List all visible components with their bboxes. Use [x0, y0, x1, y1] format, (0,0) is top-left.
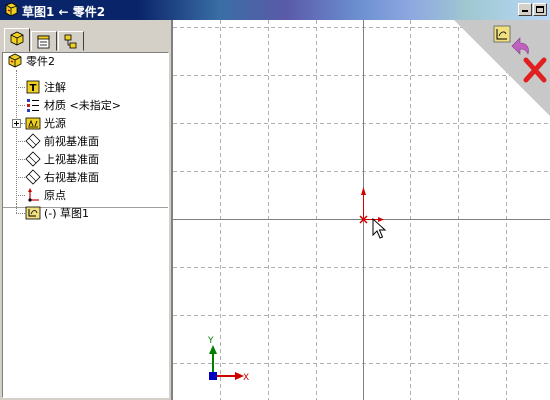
tree-item-label: 材质 <未指定> — [44, 99, 121, 112]
tree-item-label: 原点 — [44, 189, 66, 202]
feature-manager-tab[interactable] — [4, 28, 30, 52]
tree-item-label: 前视基准面 — [44, 135, 99, 148]
origin-icon — [28, 188, 39, 202]
sketch-canvas[interactable]: Y X — [171, 20, 550, 400]
svg-text:T: T — [30, 83, 37, 94]
origin-y-arrow — [361, 187, 366, 195]
expand-lights-button[interactable] — [12, 119, 21, 128]
configuration-icon — [64, 34, 77, 49]
tree-item-lights[interactable]: 光源 — [25, 114, 66, 132]
property-manager-tab[interactable] — [31, 31, 57, 51]
confirmation-corner — [454, 20, 550, 116]
tree-item-label: 右视基准面 — [44, 171, 99, 184]
triad-y-label: Y — [207, 336, 214, 346]
part-icon — [8, 53, 22, 68]
triad-z-marker — [209, 372, 217, 380]
tree-item-label: (-) 草图1 — [44, 207, 90, 220]
tree-connector — [16, 204, 17, 213]
tree-item-annotations[interactable]: T 注解 — [25, 78, 66, 96]
tree-item-top-plane[interactable]: 上视基准面 — [25, 150, 99, 168]
title-bar[interactable]: 草图1 ← 零件2 — [0, 0, 550, 20]
annotations-icon: T — [26, 80, 40, 94]
property-icon — [37, 35, 50, 49]
tree-connector — [16, 213, 25, 214]
minimize-button[interactable] — [518, 3, 532, 16]
feature-manager-panel: 零件2 T 注解 材质 <未指定> 光源 前视基准面 上视基准面 右视基准面 原… — [0, 20, 171, 400]
tree-item-label: 零件2 — [26, 55, 55, 68]
triad-y-arrow — [209, 345, 217, 354]
feature-tree-icon — [10, 31, 24, 46]
tree-connector — [16, 105, 25, 106]
tree-item-right-plane[interactable]: 右视基准面 — [25, 168, 99, 186]
sketch-origin[interactable] — [359, 187, 384, 224]
configuration-manager-tab[interactable] — [58, 31, 84, 51]
plane-icon — [25, 169, 41, 185]
plane-icon — [25, 151, 41, 167]
window-title: 草图1 ← 零件2 — [22, 5, 106, 19]
tree-connector — [16, 70, 17, 204]
material-icon — [27, 99, 39, 112]
tree-item-origin[interactable]: 原点 — [25, 186, 66, 204]
exit-sketch-button[interactable] — [493, 25, 511, 43]
maximize-icon — [536, 6, 544, 13]
tree-connector — [16, 159, 25, 160]
origin-x-arrow — [378, 217, 384, 222]
tree-connector — [16, 177, 25, 178]
minimize-icon — [522, 10, 528, 12]
tree-connector — [16, 87, 25, 88]
tree-item-material[interactable]: 材质 <未指定> — [25, 96, 121, 114]
triad-x-label: X — [243, 373, 249, 383]
tree-item-sketch[interactable]: (-) 草图1 — [25, 204, 89, 222]
tree-item-part[interactable]: 零件2 — [7, 53, 55, 70]
reference-triad: Y X — [207, 336, 249, 383]
tree-connector — [16, 195, 25, 196]
panel-tabs — [2, 28, 170, 52]
tree-item-front-plane[interactable]: 前视基准面 — [25, 132, 99, 150]
sketch-icon — [25, 206, 41, 220]
feature-tree: 零件2 T 注解 材质 <未指定> 光源 前视基准面 上视基准面 右视基准面 原… — [2, 52, 169, 398]
mouse-cursor-icon — [372, 217, 387, 239]
exit-sketch-icon — [493, 25, 511, 43]
plane-icon — [25, 133, 41, 149]
lights-icon — [25, 117, 41, 130]
solidworks-part-icon — [5, 2, 18, 17]
maximize-button[interactable] — [533, 3, 547, 16]
tree-item-label: 光源 — [44, 117, 66, 130]
tree-item-label: 注解 — [44, 81, 66, 94]
tree-item-label: 上视基准面 — [44, 153, 99, 166]
tree-connector — [16, 141, 25, 142]
